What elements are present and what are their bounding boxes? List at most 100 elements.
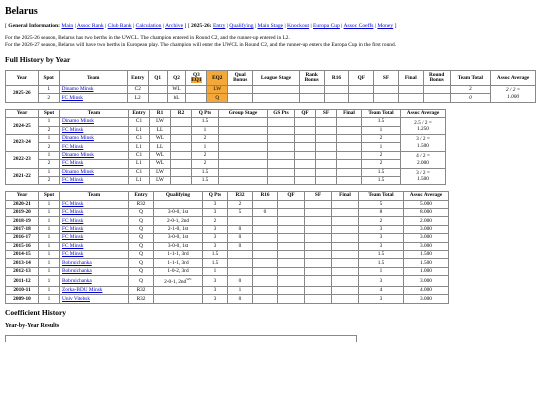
group-stage-cell bbox=[218, 167, 268, 177]
r2-cell bbox=[170, 167, 192, 177]
group-stage-cell bbox=[218, 133, 268, 144]
table-row: 2019-20 1 FC Minsk Q 3-0-0, 1st 3 5 0 8 8.000 bbox=[5, 208, 449, 218]
nav-link-knockout[interactable]: Knockout bbox=[287, 23, 309, 29]
table-row: 2024-25 1 Dinamo Minsk C1 LW 1.5 1.5 2.5 / 2 = 1… bbox=[5, 117, 446, 135]
eq2-cell: LW bbox=[206, 84, 229, 95]
assoc-average-cell: 3.000 bbox=[403, 275, 449, 287]
team-link[interactable]: FC Minsk bbox=[62, 251, 83, 257]
r2-cell bbox=[170, 175, 192, 186]
col-header: Q Pts bbox=[202, 191, 228, 201]
col-header: Team Total bbox=[449, 70, 492, 86]
team-link[interactable]: FC Minsk bbox=[62, 201, 83, 207]
final-cell bbox=[331, 275, 359, 287]
team-link[interactable]: Univ Vitebsk bbox=[62, 296, 90, 302]
nav-link-club-rank[interactable]: Club Rank bbox=[108, 23, 132, 29]
final-cell bbox=[336, 159, 362, 169]
team-link[interactable]: FC Minsk bbox=[62, 160, 83, 166]
nav-link-main-stage[interactable]: Main Stage bbox=[257, 23, 283, 29]
team-link[interactable]: FC Minsk bbox=[62, 177, 83, 183]
wildcard-marker: WC bbox=[186, 277, 192, 282]
team-link[interactable]: Dinamo Minsk bbox=[62, 118, 94, 124]
spot-cell: 1 bbox=[38, 150, 60, 161]
sf-cell bbox=[304, 250, 332, 260]
col-header: Q Pts bbox=[191, 108, 219, 119]
team-link[interactable]: FC Minsk bbox=[62, 243, 83, 249]
entry-cell: C1 bbox=[128, 117, 150, 127]
team-total-cell: 3 bbox=[358, 241, 404, 252]
team-link[interactable]: Zorka-BDU Minsk bbox=[62, 287, 102, 293]
team-link[interactable]: FC Minsk bbox=[62, 144, 83, 150]
spot-cell: 1 bbox=[38, 224, 60, 235]
r32-cell: 1 bbox=[227, 285, 253, 296]
col-header: Team Total bbox=[361, 108, 401, 119]
group-stage-cell bbox=[218, 117, 268, 127]
team-link[interactable]: Dinamo Minsk bbox=[62, 86, 94, 92]
qf-cell bbox=[277, 208, 305, 218]
team-total-cell: 1.5 bbox=[358, 258, 404, 268]
group-stage-cell bbox=[218, 142, 268, 152]
team-cell: Dinamo Minsk bbox=[59, 133, 129, 144]
table-row: 2 FC Minsk L2 bL Q 0 bbox=[6, 93, 536, 103]
team-link[interactable]: Bobruichanka bbox=[62, 278, 92, 284]
nav-link-europa-cup[interactable]: Europa Cup bbox=[313, 23, 340, 29]
col-header: Assoc Average bbox=[490, 70, 536, 86]
team-link[interactable]: Dinamo Minsk bbox=[62, 135, 94, 141]
nav-link-entry[interactable]: Entry bbox=[213, 23, 225, 29]
table-row: 2010-11 1 Zorka-BDU Minsk R32 3 1 4 4.000 bbox=[5, 285, 449, 296]
nav-link-calculation[interactable]: Calculation bbox=[136, 23, 162, 29]
team-link[interactable]: FC Minsk bbox=[62, 127, 83, 133]
spot-cell: 1 bbox=[38, 208, 60, 218]
nav-link-archive[interactable]: Archive bbox=[165, 23, 183, 29]
col-header: Rank Bonus bbox=[298, 70, 325, 86]
team-link[interactable]: FC Minsk bbox=[62, 95, 83, 101]
sf-cell bbox=[304, 199, 332, 210]
nav-link-assoc-rank[interactable]: Assoc Rank bbox=[77, 23, 104, 29]
group-stage-cell bbox=[218, 150, 268, 161]
qualifying-cell: 3-0-0, 1st bbox=[153, 208, 203, 218]
col-header: Final bbox=[336, 108, 362, 119]
entry-cell: R32 bbox=[128, 285, 154, 296]
assoc-average-cell: 3.000 bbox=[403, 294, 449, 304]
team-link[interactable]: Bobruichanka bbox=[62, 268, 92, 274]
assoc-average-cell: 3.000 bbox=[403, 224, 449, 235]
spot-cell: 1 bbox=[38, 167, 60, 177]
team-link[interactable]: FC Minsk bbox=[62, 234, 83, 240]
page-title: Belarus bbox=[5, 6, 38, 17]
final-cell bbox=[331, 216, 359, 226]
r16-cell bbox=[252, 275, 278, 287]
team-link[interactable]: FC Minsk bbox=[62, 226, 83, 232]
table-row: 2017-18 1 FC Minsk Q 2-1-0, 1st 3 0 3 3.000 bbox=[5, 224, 449, 235]
nav-link-assoc-coeffs[interactable]: Assoc Coeffs bbox=[344, 23, 374, 29]
qf-cell bbox=[277, 294, 305, 304]
team-link[interactable]: FC Minsk bbox=[62, 218, 83, 224]
year-cell: 2025-26 bbox=[5, 85, 39, 103]
nav-link-money[interactable]: Money bbox=[377, 23, 393, 29]
final-cell bbox=[331, 285, 359, 296]
season-label: 2025-26: bbox=[191, 23, 212, 29]
q-pts-cell: 1.5 bbox=[191, 117, 219, 127]
r2-cell bbox=[170, 133, 192, 144]
nav-link-main[interactable]: Main bbox=[61, 23, 73, 29]
year-cell: 2024-25 bbox=[5, 117, 39, 135]
team-total-cell: 5 bbox=[358, 199, 404, 210]
col-header: R32 bbox=[227, 191, 253, 201]
q-pts-cell: 3 bbox=[202, 294, 228, 304]
spot-cell: 2 bbox=[38, 159, 60, 169]
team-link[interactable]: Dinamo Minsk bbox=[62, 152, 94, 158]
team-link[interactable]: Dinamo Minsk bbox=[62, 169, 94, 175]
col-header: Final bbox=[331, 191, 359, 201]
team-link[interactable]: FC Minsk bbox=[62, 209, 83, 215]
col-header: Team bbox=[58, 70, 128, 86]
sf-cell bbox=[304, 241, 332, 252]
col-header: Assoc Average bbox=[403, 191, 449, 201]
col-header: QF bbox=[294, 108, 316, 119]
nav-link-qualifying[interactable]: Qualifying bbox=[229, 23, 253, 29]
r1-cell: LW bbox=[149, 167, 171, 177]
team-cell: FC Minsk bbox=[59, 250, 129, 260]
q-pts-cell: 2 bbox=[191, 159, 219, 169]
history-table-2009-2021: Year Spot Team Entry Qualifying Q Pts R3… bbox=[5, 191, 449, 304]
table-row: 2009-10 1 Univ Vitebsk R32 3 0 3 3.000 bbox=[5, 294, 449, 304]
r1-cell: LW bbox=[149, 117, 171, 127]
team-total-cell: 3 bbox=[358, 224, 404, 235]
team-link[interactable]: Bobruichanka bbox=[62, 260, 92, 266]
